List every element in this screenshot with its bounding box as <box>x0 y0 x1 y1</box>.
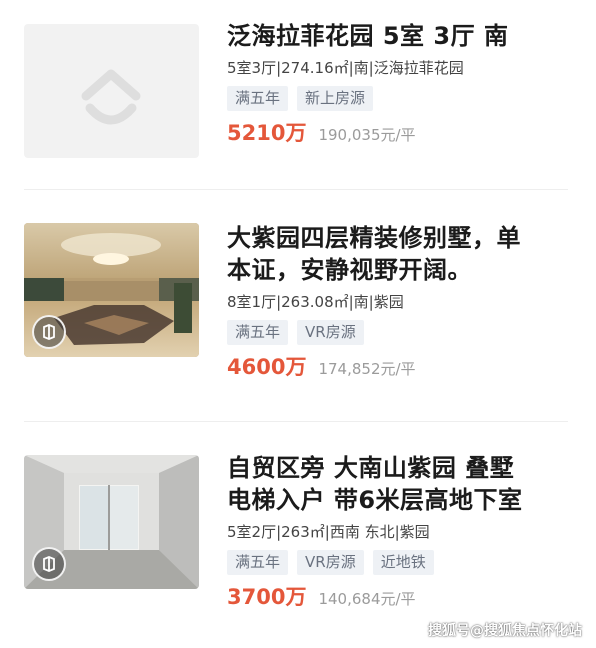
listing-title[interactable]: 泛海拉菲花园 5室 3厅 南 <box>227 20 588 52</box>
listing-title-line: 大紫园四层精装修别墅，单 <box>227 224 521 252</box>
listing-card[interactable]: 大紫园四层精装修别墅，单 本证，安静视野开阔。 8室1厅|263.08㎡|南|紫… <box>0 190 596 422</box>
unit-price: 174,852元/平 <box>318 360 416 378</box>
listing-meta: 8室1厅|263.08㎡|南|紫园 <box>227 293 404 311</box>
listing-thumbnail[interactable] <box>24 455 199 589</box>
tag: 新上房源 <box>297 86 374 111</box>
tag: VR房源 <box>297 550 364 575</box>
unit-price: 140,684元/平 <box>318 590 416 608</box>
tag: 满五年 <box>227 86 289 111</box>
unit-price: 190,035元/平 <box>318 126 416 144</box>
tag: 满五年 <box>227 550 289 575</box>
watermark: 搜狐号@搜狐焦点怀化站 <box>428 623 582 639</box>
listing-meta: 5室3厅|274.16㎡|南|泛海拉菲花园 <box>227 59 464 77</box>
listing-title-line: 电梯入户 带6米层高地下室 <box>227 486 523 514</box>
listing-tags: 满五年 VR房源 <box>227 320 588 346</box>
total-price: 4600万 <box>227 355 307 379</box>
price-row: 4600万 174,852元/平 <box>227 354 588 382</box>
vr-icon[interactable] <box>32 547 66 581</box>
listing-card[interactable]: 泛海拉菲花园 5室 3厅 南 5室3厅|274.16㎡|南|泛海拉菲花园 满五年… <box>0 0 596 190</box>
listing-tags: 满五年 新上房源 <box>227 86 588 112</box>
tag: 满五年 <box>227 320 289 345</box>
listing-title-line: 本证，安静视野开阔。 <box>227 256 472 284</box>
house-placeholder-icon <box>81 69 141 125</box>
listing-meta: 5室2厅|263㎡|西南 东北|紫园 <box>227 523 430 541</box>
listing-tags: 满五年 VR房源 近地铁 <box>227 550 588 576</box>
listing-title-line: 自贸区旁 大南山紫园 叠墅 <box>227 454 515 482</box>
total-price: 3700万 <box>227 585 307 609</box>
vr-cube-icon <box>43 324 55 340</box>
vr-cube-icon <box>43 556 55 572</box>
listing-title[interactable]: 自贸区旁 大南山紫园 叠墅 电梯入户 带6米层高地下室 <box>227 452 588 516</box>
tag: 近地铁 <box>372 550 434 575</box>
listing-card[interactable]: 自贸区旁 大南山紫园 叠墅 电梯入户 带6米层高地下室 5室2厅|263㎡|西南… <box>0 422 596 648</box>
listing-title[interactable]: 大紫园四层精装修别墅，单 本证，安静视野开阔。 <box>227 222 588 286</box>
total-price: 5210万 <box>227 121 307 145</box>
price-row: 3700万 140,684元/平 <box>227 584 588 612</box>
tag: VR房源 <box>297 320 364 345</box>
listing-thumbnail[interactable] <box>24 223 199 357</box>
vr-icon[interactable] <box>32 315 66 349</box>
price-row: 5210万 190,035元/平 <box>227 120 588 148</box>
listing-thumbnail[interactable] <box>24 24 199 158</box>
